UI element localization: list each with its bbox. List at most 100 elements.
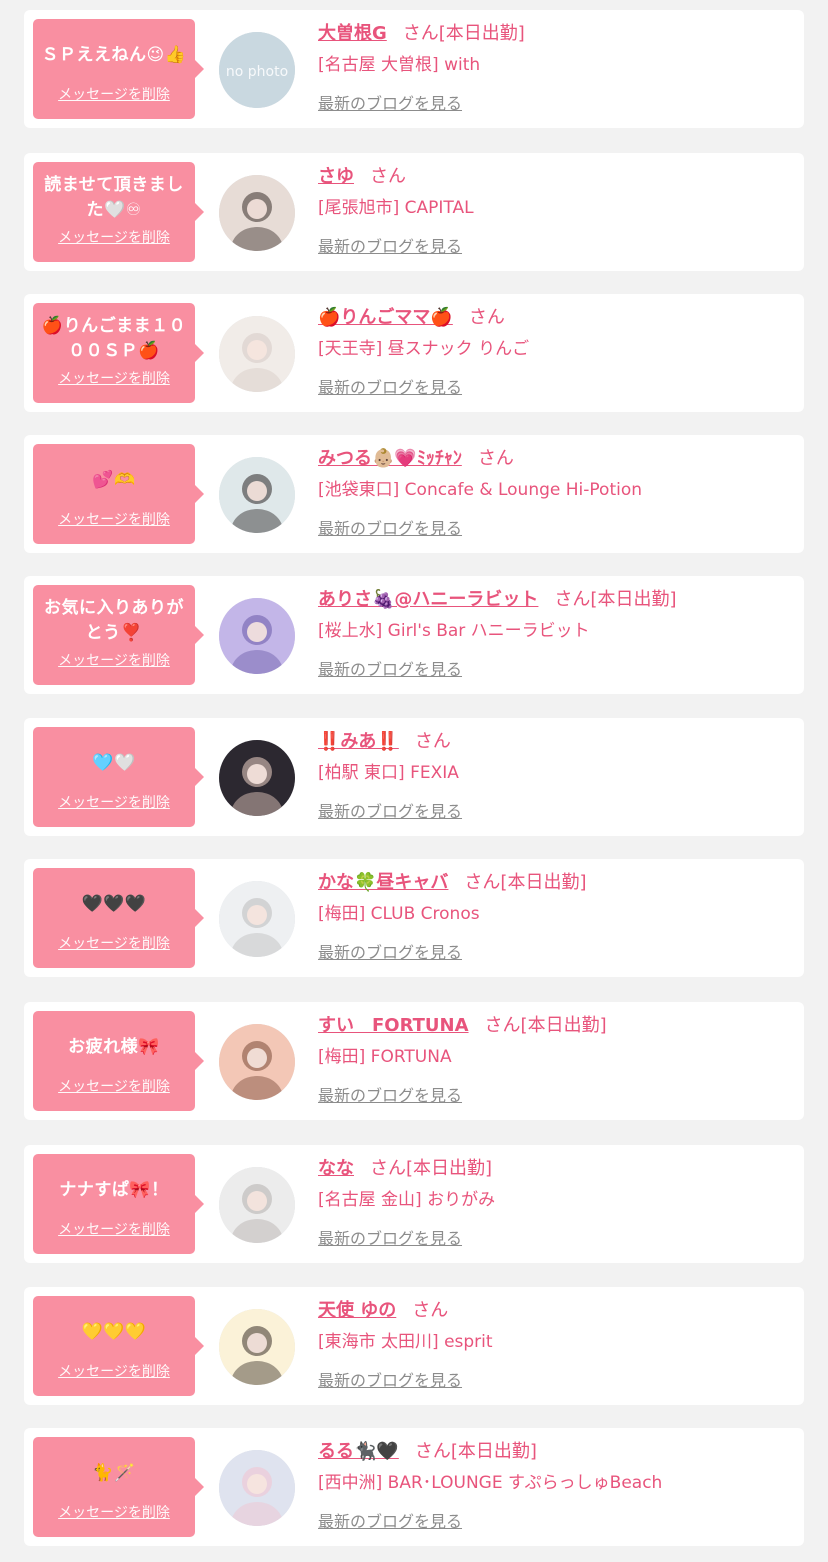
cast-name-link[interactable]: みつる👶🏼💗ﾐｯﾁｬﾝ [318,448,462,469]
latest-blog-link[interactable]: 最新のブログを見る [318,1367,462,1391]
message-card: 🐈🪄 メッセージを削除 るる🐈‍⬛🖤 さん[本日出勤] [西中洲] BAR･LOU… [24,1428,804,1546]
avatar[interactable] [219,1024,295,1100]
message-bubble: 💕🫶 メッセージを削除 [33,444,204,544]
delete-message-link[interactable]: メッセージを削除 [39,227,189,247]
message-bubble: ナナすぱ🎀！ メッセージを削除 [33,1154,204,1254]
shop-name: [西中洲] BAR･LOUNGE すぷらっしゅBeach [318,1473,663,1493]
cast-name-link[interactable]: かな🍀昼キャバ [318,872,448,893]
delete-message-link[interactable]: メッセージを削除 [39,933,189,953]
cast-info: さゆ さん [尾張旭市] CAPITAL 最新のブログを見る [318,163,794,257]
shop-name: [天王寺] 昼スナック りんご [318,339,530,359]
honorific: さん [554,589,591,610]
message-bubble: 🐈🪄 メッセージを削除 [33,1437,204,1537]
cast-name-link[interactable]: なな [318,1158,354,1179]
shop-name: [池袋東口] Concafe & Lounge Hi-Potion [318,480,643,500]
no-photo-icon[interactable]: no photo [219,32,295,108]
message-bubble: 🍎りんごまま１０００ＳＰ🍎 メッセージを削除 [33,303,204,403]
cast-info: ‼️みあ‼️ さん [柏駅 東口] FEXIA 最新のブログを見る [318,728,794,822]
message-text: お気に入りありがとう❣️ [44,598,184,643]
message-card: ナナすぱ🎀！ メッセージを削除 なな さん[本日出勤] [名古屋 金山] おりがみ… [24,1145,804,1263]
message-bubble: 💛💛💛 メッセージを削除 [33,1296,204,1396]
message-card: 🖤🖤🖤 メッセージを削除 かな🍀昼キャバ さん[本日出勤] [梅田] CLUB C… [24,859,804,977]
message-bubble: 読ませて頂きました🤍♾ メッセージを削除 [33,162,204,262]
message-bubble: 🖤🖤🖤 メッセージを削除 [33,868,204,968]
delete-message-link[interactable]: メッセージを削除 [39,368,189,388]
avatar[interactable] [219,316,295,392]
avatar-image [219,740,295,816]
cast-name-link[interactable]: さゆ [318,166,354,187]
cast-info: すい FORTUNA さん[本日出勤] [梅田] FORTUNA 最新のブログを見… [318,1012,794,1106]
latest-blog-link[interactable]: 最新のブログを見る [318,374,462,398]
cast-info: るる🐈‍⬛🖤 さん[本日出勤] [西中洲] BAR･LOUNGE すぷらっしゅBe… [318,1438,794,1532]
cast-info: 天使 ゆの さん [東海市 太田川] esprit 最新のブログを見る [318,1297,794,1391]
message-text: 💕🫶 [92,469,136,490]
delete-message-link[interactable]: メッセージを削除 [39,650,189,670]
cast-name-link[interactable]: ‼️みあ‼️ [318,731,399,752]
name-line: 大曽根G さん[本日出勤] [318,20,794,48]
name-line: かな🍀昼キャバ さん[本日出勤] [318,869,794,897]
message-text: 読ませて頂きました🤍♾ [44,175,184,220]
delete-message-link[interactable]: メッセージを削除 [39,1076,189,1096]
latest-blog-link[interactable]: 最新のブログを見る [318,656,462,680]
cast-name-link[interactable]: ありさ🍇@ハニーラビット [318,589,538,610]
avatar-image [219,316,295,392]
avatar-image [219,598,295,674]
latest-blog-link[interactable]: 最新のブログを見る [318,939,462,963]
honorific: さん [414,731,451,752]
avatar-image [219,881,295,957]
cast-name-link[interactable]: 天使 ゆの [318,1300,396,1321]
shop-name: [柏駅 東口] FEXIA [318,763,459,783]
message-list: ＳＰええねん😉👍 メッセージを削除 no photo 大曽根G さん[本日出勤] … [0,0,828,1562]
honorific: さん [414,1441,451,1462]
avatar[interactable] [219,1309,295,1385]
cast-name-link[interactable]: るる🐈‍⬛🖤 [318,1441,399,1462]
cast-name-link[interactable]: すい FORTUNA [318,1015,469,1036]
message-text: 🍎りんごまま１０００ＳＰ🍎 [41,316,187,361]
delete-message-link[interactable]: メッセージを削除 [39,509,189,529]
attendance-status: [本日出勤] [406,1158,493,1179]
avatar[interactable] [219,457,295,533]
avatar[interactable] [219,740,295,816]
delete-message-link[interactable]: メッセージを削除 [39,84,189,104]
shop-name: [梅田] CLUB Cronos [318,904,480,924]
message-text: 🐈🪄 [92,1462,136,1483]
latest-blog-link[interactable]: 最新のブログを見る [318,233,462,257]
message-card: ＳＰええねん😉👍 メッセージを削除 no photo 大曽根G さん[本日出勤] … [24,10,804,128]
cast-info: かな🍀昼キャバ さん[本日出勤] [梅田] CLUB Cronos 最新のブログを… [318,869,794,963]
cast-info: 🍎りんごママ🍎 さん [天王寺] 昼スナック りんご 最新のブログを見る [318,304,794,398]
latest-blog-link[interactable]: 最新のブログを見る [318,1225,462,1249]
avatar[interactable] [219,1450,295,1526]
delete-message-link[interactable]: メッセージを削除 [39,1502,189,1522]
message-bubble: ＳＰええねん😉👍 メッセージを削除 [33,19,204,119]
latest-blog-link[interactable]: 最新のブログを見る [318,90,462,114]
attendance-status: [本日出勤] [590,589,677,610]
avatar[interactable] [219,175,295,251]
message-bubble: 🩵🤍 メッセージを削除 [33,727,204,827]
avatar[interactable] [219,881,295,957]
avatar[interactable] [219,598,295,674]
delete-message-link[interactable]: メッセージを削除 [39,1361,189,1381]
delete-message-link[interactable]: メッセージを削除 [39,792,189,812]
latest-blog-link[interactable]: 最新のブログを見る [318,515,462,539]
avatar[interactable] [219,1167,295,1243]
honorific: さん [477,448,514,469]
message-card: 💛💛💛 メッセージを削除 天使 ゆの さん [東海市 太田川] esprit 最新… [24,1287,804,1405]
message-bubble: お気に入りありがとう❣️ メッセージを削除 [33,585,204,685]
honorific: さん [468,307,505,328]
shop-name: [東海市 太田川] esprit [318,1332,493,1352]
honorific: さん [370,1158,406,1179]
delete-message-link[interactable]: メッセージを削除 [39,1219,189,1239]
latest-blog-link[interactable]: 最新のブログを見る [318,1508,462,1532]
message-text: 🩵🤍 [92,752,136,773]
avatar-image [219,1309,295,1385]
cast-info: 大曽根G さん[本日出勤] [名古屋 大曽根] with 最新のブログを見る [318,20,794,114]
message-card: お気に入りありがとう❣️ メッセージを削除 ありさ🍇@ハニーラビット さん[本日出… [24,576,804,694]
name-line: るる🐈‍⬛🖤 さん[本日出勤] [318,1438,794,1466]
cast-name-link[interactable]: 🍎りんごママ🍎 [318,307,453,328]
latest-blog-link[interactable]: 最新のブログを見る [318,798,462,822]
name-line: なな さん[本日出勤] [318,1155,794,1183]
cast-name-link[interactable]: 大曽根G [318,23,387,44]
message-bubble: お疲れ様🎀 メッセージを削除 [33,1011,204,1111]
name-line: みつる👶🏼💗ﾐｯﾁｬﾝ さん [318,445,794,473]
latest-blog-link[interactable]: 最新のブログを見る [318,1082,462,1106]
